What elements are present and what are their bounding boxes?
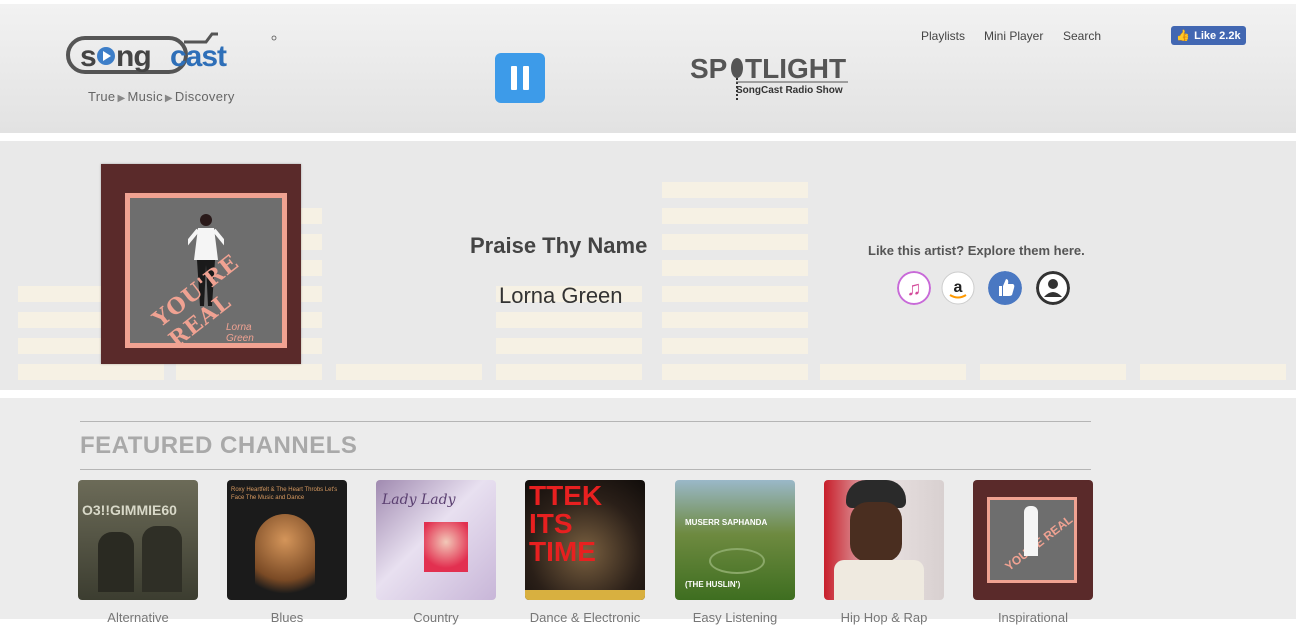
thumbs-up-icon: 👍 [1176, 30, 1191, 42]
thumbs-up-icon[interactable] [988, 271, 1022, 305]
song-artist[interactable]: Lorna Green [499, 283, 623, 309]
album-frame: YOU'RE REAL Lorna Green [125, 193, 287, 353]
equalizer-block [662, 364, 808, 380]
equalizer-block [980, 364, 1126, 380]
svg-text:cast: cast [170, 40, 227, 73]
itunes-icon[interactable]: ♫ [897, 271, 931, 305]
equalizer-block [662, 208, 808, 224]
channel-label-inspirational[interactable]: Inspirational [963, 610, 1103, 625]
svg-text:♫: ♫ [907, 278, 922, 300]
divider [80, 421, 1091, 422]
artist-figure [1024, 506, 1038, 556]
channel-label-alternative[interactable]: Alternative [68, 610, 208, 625]
equalizer-block [176, 364, 322, 380]
svg-text:a: a [954, 279, 963, 296]
nav-search[interactable]: Search [1063, 29, 1101, 43]
pause-icon-bar [523, 66, 529, 90]
microphone-icon: SP TLIGHT [690, 54, 848, 102]
channel-label-blues[interactable]: Blues [217, 610, 357, 625]
channel-label-country[interactable]: Country [366, 610, 506, 625]
singer-image [255, 514, 315, 600]
pause-button[interactable] [495, 53, 545, 103]
equalizer-block [662, 234, 808, 250]
equalizer-block [820, 364, 966, 380]
channel-tile-hip-hop-rap[interactable] [824, 480, 944, 600]
face-image [850, 502, 902, 562]
tagline: True ▶ Music ▶ Discovery [88, 89, 235, 104]
svg-text:s: s [80, 40, 96, 73]
label-bar [525, 590, 645, 600]
now-playing: YOU'RE REAL Lorna Green Praise Thy Name … [0, 141, 1296, 390]
featured-title: FEATURED CHANNELS [80, 432, 358, 459]
album-artist-text: Lorna Green [226, 322, 254, 344]
song-title: Praise Thy Name [470, 233, 648, 258]
equalizer-block [662, 182, 808, 198]
divider [80, 469, 1091, 470]
channel-tile-blues[interactable]: Roxy Heartfelt & The Heart Throbs Let's … [227, 480, 347, 600]
facebook-like-button[interactable]: 👍 Like 2.2k [1171, 26, 1246, 45]
singer-image [424, 522, 468, 572]
shirt [834, 560, 924, 600]
svg-text:SP: SP [690, 54, 727, 84]
svg-text:ng: ng [116, 40, 151, 73]
equalizer-block [18, 364, 164, 380]
equalizer-block [662, 312, 808, 328]
equalizer-block [662, 338, 808, 354]
channel-label-easy-listening[interactable]: Easy Listening [665, 610, 805, 625]
spotlight-subtitle: SongCast Radio Show [736, 85, 843, 96]
channel-label-hip-hop-rap[interactable]: Hip Hop & Rap [814, 610, 954, 625]
artist-silhouette [142, 526, 182, 592]
amazon-icon[interactable]: a [941, 271, 975, 305]
spotlight-logo[interactable]: SP TLIGHT SongCast Radio Show [690, 54, 850, 104]
channel-tile-country[interactable]: Lady Lady [376, 480, 496, 600]
nav-mini-player[interactable]: Mini Player [984, 29, 1043, 43]
equalizer-block [1140, 364, 1286, 380]
equalizer-block [336, 364, 482, 380]
equalizer-block [496, 364, 642, 380]
album-frame: YOU'RE REAL [987, 497, 1077, 583]
nav-playlists[interactable]: Playlists [921, 29, 965, 43]
channel-tile-inspirational[interactable]: YOU'RE REAL [973, 480, 1093, 600]
svg-text:TLIGHT: TLIGHT [745, 54, 846, 84]
channel-tile-easy-listening[interactable]: MUSERR SAPHANDA (THE HUSLIN') [675, 480, 795, 600]
channel-tile-dance-electronic[interactable]: TTEK ITS TIME [525, 480, 645, 600]
channel-label-dance-electronic[interactable]: Dance & Electronic [515, 610, 655, 625]
equalizer-block [496, 312, 642, 328]
pause-icon-bar [511, 66, 517, 90]
channel-tile-alternative[interactable]: O3!!GIMMIE60 [78, 480, 198, 600]
album-art: YOU'RE REAL Lorna Green [101, 164, 301, 364]
explore-label: Like this artist? Explore them here. [868, 243, 1085, 258]
equalizer-block [662, 260, 808, 276]
profile-icon[interactable] [1036, 271, 1070, 305]
artist-silhouette [98, 532, 134, 592]
stone-circle [709, 548, 765, 574]
songcast-logo[interactable]: s ng cast [66, 32, 278, 80]
equalizer-block [496, 338, 642, 354]
featured-channels: FEATURED CHANNELS O3!!GIMMIE60 Alternati… [0, 398, 1296, 625]
equalizer-block [662, 286, 808, 302]
site-header: s ng cast True ▶ Music ▶ Discovery SP TLIGHT… [0, 4, 1296, 133]
